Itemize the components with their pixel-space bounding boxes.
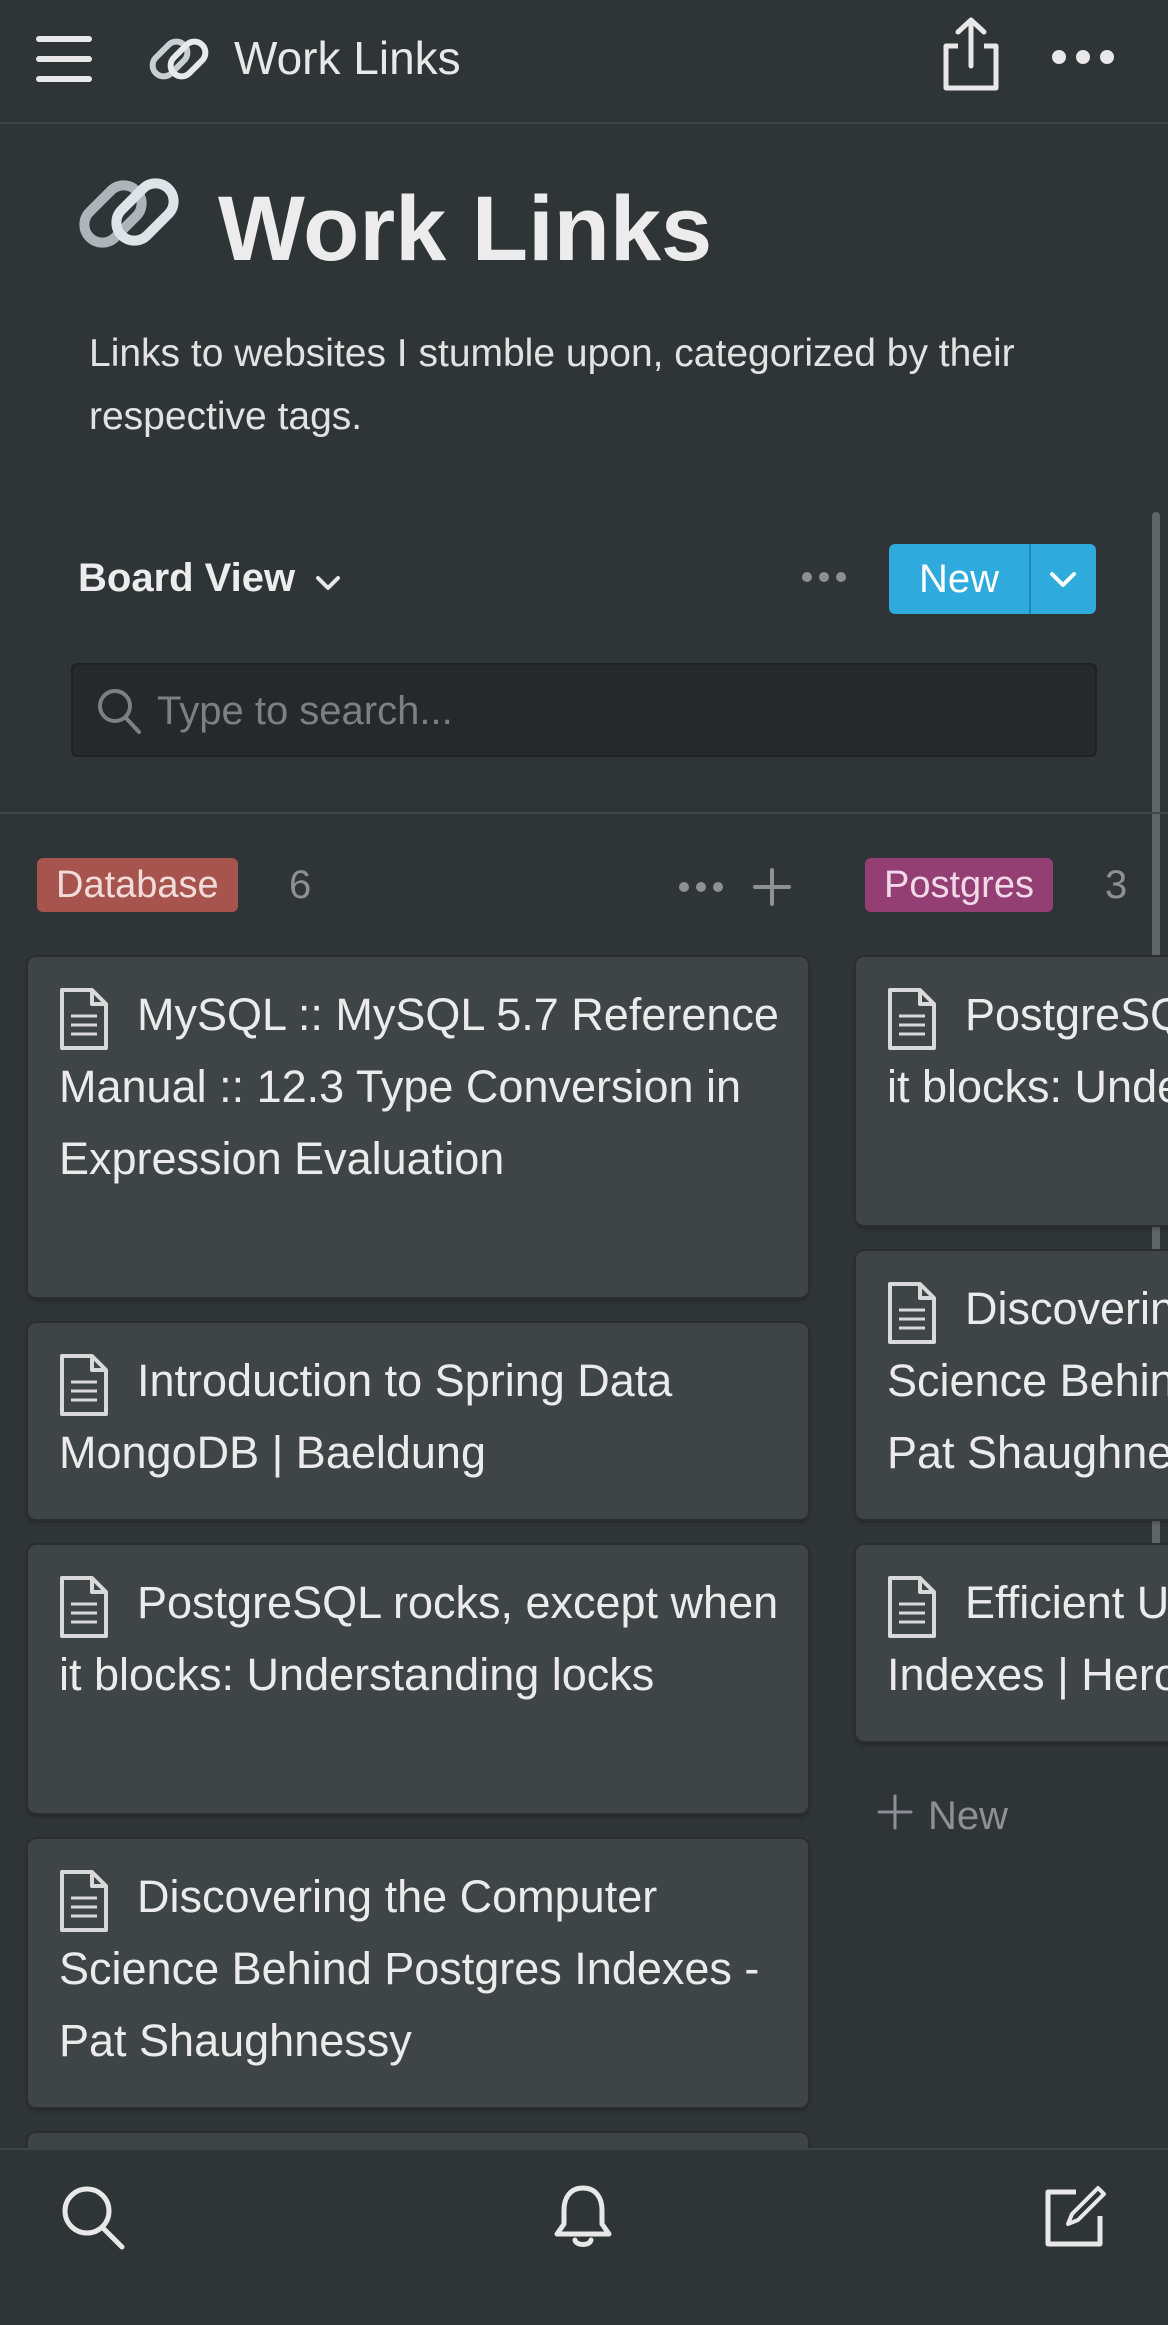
search-icon [95, 685, 145, 739]
compose-icon[interactable] [1040, 2182, 1110, 2252]
card[interactable]: Discovering the Computer Science Behind … [856, 1251, 1168, 1519]
card-title: MySQL :: MySQL 5.7 Reference Manual :: 1… [59, 989, 779, 1184]
plus-icon [876, 1790, 914, 1846]
search-icon[interactable] [58, 2182, 128, 2252]
column-count: 3 [1105, 863, 1128, 907]
card-title: Introduction to Spring Data MongoDB | Ba… [59, 1355, 673, 1478]
column-count: 6 [289, 863, 312, 907]
link-icon [144, 28, 214, 90]
add-card-label: New [928, 1794, 1009, 1838]
column-add-icon[interactable] [752, 867, 792, 907]
page-title: Work Links [218, 178, 713, 280]
card[interactable]: PostgreSQL rocks, except when it blocks:… [28, 1545, 808, 1813]
top-bar: Work Links [0, 0, 1168, 124]
card[interactable]: PostgreSQL rocks, except when it blocks:… [856, 957, 1168, 1225]
card-title: Efficient Use of PostgreSQL Indexes | He… [887, 1577, 1168, 1700]
view-options-icon[interactable] [800, 572, 848, 584]
card[interactable]: Discovering the Computer Science Behind … [28, 1839, 808, 2107]
page-description: Links to websites I stumble upon, catego… [89, 332, 1015, 438]
card[interactable]: MySQL :: MySQL 5.7 Reference Manual :: 1… [28, 957, 808, 1297]
divider [0, 812, 1168, 814]
bottom-bar [0, 2148, 1168, 2325]
share-icon[interactable] [938, 16, 1004, 94]
card-title: Discovering the Computer Science Behind … [887, 1283, 1168, 1478]
column-tag-postgres[interactable]: Postgres [865, 858, 1053, 912]
board-view-label: Board View [78, 556, 296, 600]
add-card-button[interactable]: New [876, 1788, 1008, 1846]
column-more-icon[interactable] [677, 882, 723, 894]
page-icon [70, 158, 188, 268]
bell-icon[interactable] [548, 2182, 618, 2252]
chevron-down-icon [314, 552, 342, 608]
new-button-group: New [889, 544, 1096, 614]
card-title: PostgreSQL rocks, except when it blocks:… [887, 989, 1168, 1112]
board-view-selector[interactable]: Board View [78, 550, 342, 608]
card[interactable]: Introduction to Spring Data MongoDB | Ba… [28, 1323, 808, 1519]
topbar-title: Work Links [234, 32, 461, 84]
more-icon[interactable] [1052, 50, 1118, 66]
search-input[interactable] [155, 675, 1059, 747]
card-title: PostgreSQL rocks, except when it blocks:… [59, 1577, 779, 1700]
column-tag-database[interactable]: Database [37, 858, 238, 912]
new-button[interactable]: New [889, 544, 1029, 614]
search-box [71, 663, 1097, 757]
hamburger-icon[interactable] [36, 36, 94, 82]
card-title: Discovering the Computer Science Behind … [59, 1871, 760, 2066]
new-dropdown-button[interactable] [1031, 544, 1096, 614]
card[interactable]: Efficient Use of PostgreSQL Indexes | He… [856, 1545, 1168, 1741]
